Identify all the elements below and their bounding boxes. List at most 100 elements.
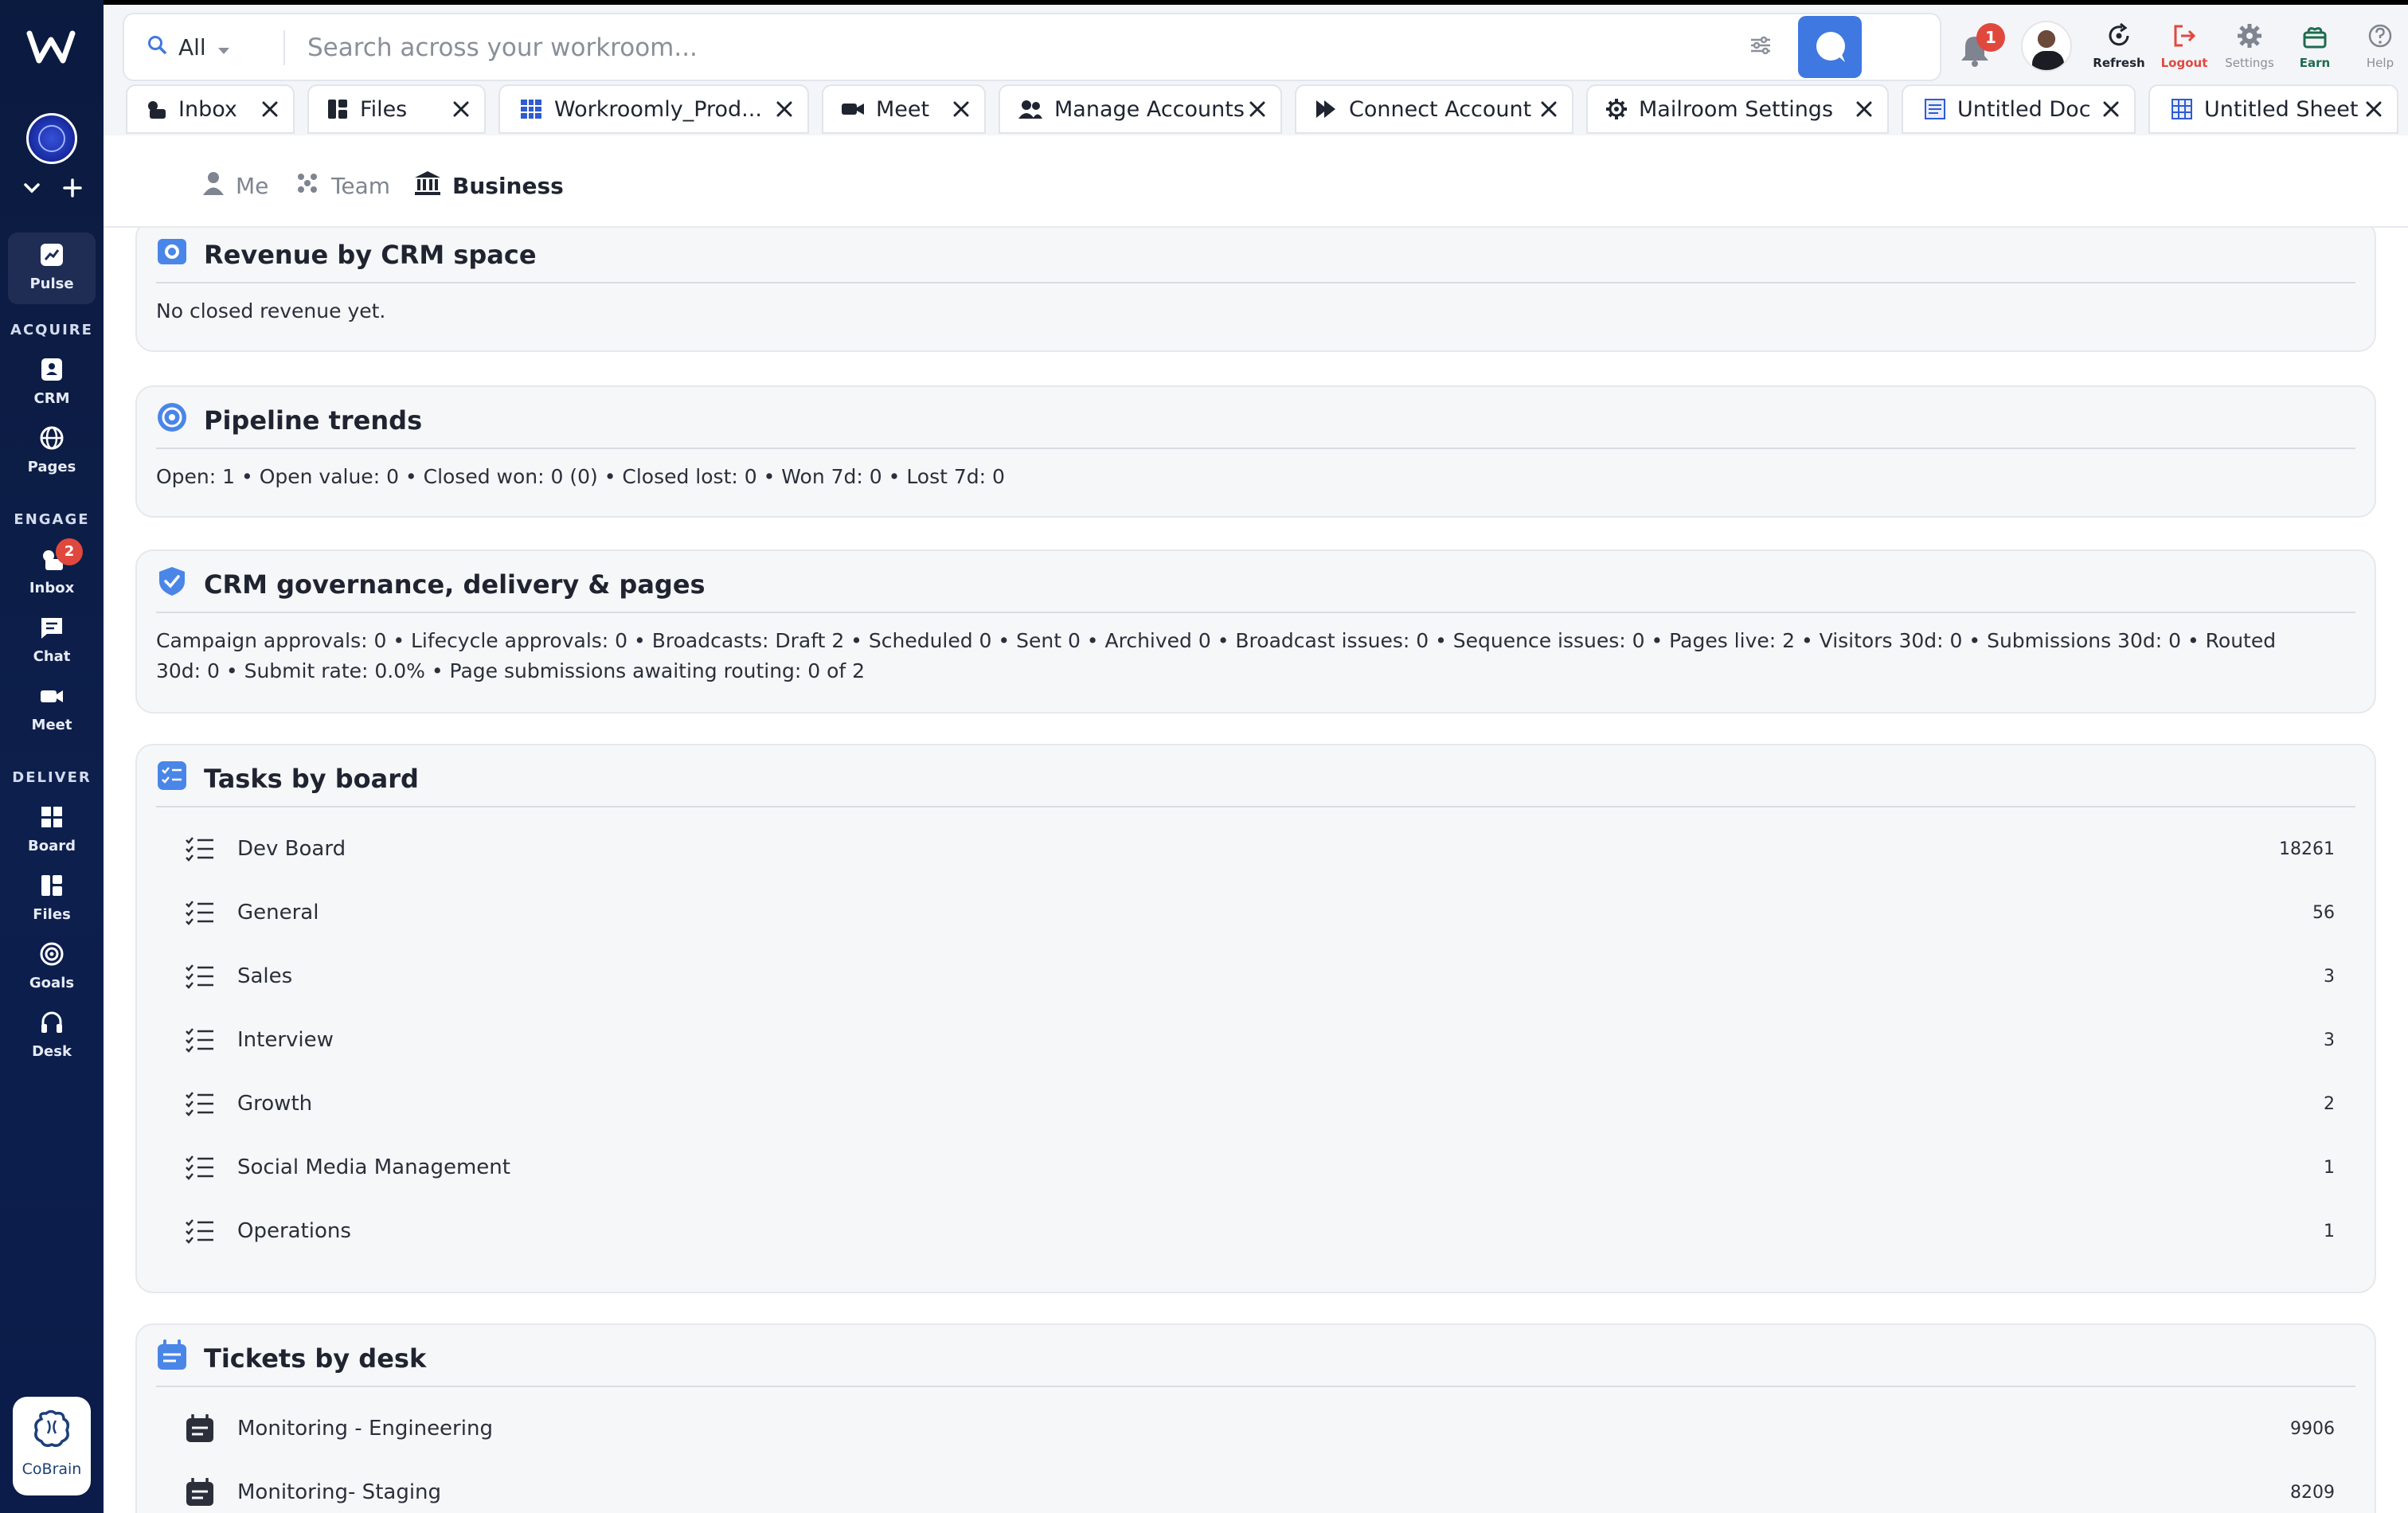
cobrain-button[interactable]: CoBrain	[13, 1397, 91, 1495]
close-icon[interactable]	[2363, 99, 2384, 125]
settings-button[interactable]: Settings	[2217, 22, 2282, 70]
task-board-row[interactable]: Operations 1	[185, 1215, 2335, 1247]
close-icon[interactable]	[260, 99, 280, 125]
tab-connect-account[interactable]: Connect Account	[1295, 84, 1573, 134]
search-scope-select[interactable]: All	[147, 14, 230, 80]
chat-icon	[8, 615, 96, 643]
search-bubble-icon	[1812, 29, 1849, 68]
task-board-row[interactable]: Dev Board 18261	[185, 833, 2335, 865]
sidebar-item-files[interactable]: Files	[8, 873, 96, 923]
notifications-button[interactable]: 1	[1951, 10, 2007, 82]
view-business-button[interactable]: Business	[414, 170, 564, 201]
list-check-icon	[185, 1026, 217, 1054]
refresh-icon	[2105, 22, 2132, 53]
search-input[interactable]	[307, 25, 1741, 70]
sidebar: Pulse ACQUIRE CRM Pages ENGAGE 2 Inbox C…	[0, 0, 104, 1513]
view-team-button[interactable]: Team	[295, 170, 390, 201]
tab-inbox[interactable]: Inbox	[126, 84, 295, 134]
close-icon[interactable]	[1538, 99, 1559, 125]
task-board-row[interactable]: Sales 3	[185, 960, 2335, 992]
list-check-icon	[185, 1154, 217, 1181]
team-icon	[295, 170, 320, 201]
earn-button[interactable]: Earn	[2282, 22, 2347, 70]
desk-count: 8209	[2290, 1482, 2335, 1503]
filter-sliders-icon[interactable]	[1749, 33, 1773, 61]
help-button[interactable]: Help	[2347, 22, 2408, 70]
sidebar-item-board[interactable]: Board	[8, 804, 96, 854]
list-check-icon	[185, 963, 217, 990]
sidebar-item-label: Inbox	[29, 580, 75, 596]
list-check-icon	[185, 899, 217, 926]
tab-label: Files	[360, 96, 408, 122]
task-board-row[interactable]: Interview 3	[185, 1024, 2335, 1056]
view-me-label: Me	[236, 173, 269, 199]
shield-check-icon	[156, 565, 188, 604]
desk-name: Monitoring - Engineering	[237, 1417, 493, 1441]
board-count: 3	[2324, 966, 2335, 987]
close-icon[interactable]	[2101, 99, 2121, 125]
sidebar-item-desk[interactable]: Desk	[8, 1010, 96, 1060]
tab-untitled-sheet[interactable]: Untitled Sheet	[2148, 84, 2398, 134]
app-logo[interactable]	[26, 29, 76, 67]
tab-manage-accounts[interactable]: Manage Accounts	[999, 84, 1282, 134]
tab-untitled-doc[interactable]: Untitled Doc	[1902, 84, 2136, 134]
tab-mailroom-settings[interactable]: Mailroom Settings	[1586, 84, 1889, 134]
calendar-icon	[156, 1339, 188, 1378]
sidebar-item-label: Pulse	[29, 276, 74, 292]
sidebar-item-meet[interactable]: Meet	[8, 683, 96, 733]
search-icon	[147, 34, 167, 61]
spreadsheet-icon	[2168, 98, 2193, 120]
logout-label: Logout	[2160, 56, 2208, 70]
video-camera-icon	[841, 98, 865, 120]
list-check-icon	[185, 835, 217, 862]
sidebar-item-goals[interactable]: Goals	[8, 941, 96, 991]
board-count: 1	[2324, 1157, 2335, 1178]
tab-files[interactable]: Files	[307, 84, 486, 134]
task-board-row[interactable]: General 56	[185, 897, 2335, 929]
cobrain-label: CoBrain	[22, 1460, 82, 1478]
ticket-desk-row[interactable]: Monitoring- Staging 8209	[185, 1476, 2335, 1508]
tab-meet[interactable]: Meet	[822, 84, 986, 134]
view-me-button[interactable]: Me	[202, 170, 268, 201]
sidebar-item-pages[interactable]: Pages	[8, 425, 96, 475]
sidebar-item-label: Meet	[31, 717, 72, 733]
logout-button[interactable]: Logout	[2152, 22, 2217, 70]
headset-icon	[8, 1010, 96, 1038]
revenue-card: Revenue by CRM space No closed revenue y…	[135, 228, 2376, 352]
chevron-down-icon[interactable]	[22, 178, 41, 202]
inbox-icon	[145, 98, 167, 120]
video-camera-icon	[8, 683, 96, 712]
close-icon[interactable]	[1854, 99, 1874, 125]
checklist-icon	[156, 760, 188, 798]
view-switcher: Me Team Business	[104, 135, 2408, 228]
tab-strip: Inbox Files Workroomly_Prod... Meet Mana…	[104, 83, 2408, 135]
workspace-avatar[interactable]	[26, 113, 77, 164]
board-icon	[8, 804, 96, 833]
trend-icon	[156, 401, 188, 440]
tab-label: Manage Accounts	[1054, 96, 1245, 122]
sidebar-item-inbox[interactable]: 2 Inbox	[8, 538, 96, 596]
add-workspace-icon[interactable]	[62, 178, 83, 203]
tab-workroomly-prod[interactable]: Workroomly_Prod...	[498, 84, 809, 134]
desk-calendar-icon	[185, 1478, 217, 1507]
refresh-button[interactable]: Refresh	[2086, 22, 2152, 70]
close-icon[interactable]	[774, 99, 795, 125]
tab-label: Inbox	[178, 96, 237, 122]
person-icon	[202, 170, 225, 201]
users-icon	[1018, 98, 1043, 120]
user-avatar[interactable]	[2021, 21, 2072, 72]
sidebar-item-chat[interactable]: Chat	[8, 615, 96, 665]
view-team-label: Team	[331, 173, 391, 199]
task-board-row[interactable]: Social Media Management 1	[185, 1151, 2335, 1183]
close-icon[interactable]	[451, 99, 471, 125]
ticket-desk-row[interactable]: Monitoring - Engineering 9906	[185, 1413, 2335, 1445]
files-icon	[8, 873, 96, 901]
close-icon[interactable]	[1247, 99, 1268, 125]
tab-label: Untitled Doc	[1957, 96, 2091, 122]
sidebar-item-crm[interactable]: CRM	[8, 357, 96, 407]
section-engage: ENGAGE	[14, 511, 90, 528]
task-board-row[interactable]: Growth 2	[185, 1088, 2335, 1120]
close-icon[interactable]	[951, 99, 971, 125]
search-submit-button[interactable]	[1798, 16, 1862, 78]
sidebar-item-pulse[interactable]: Pulse	[8, 233, 96, 304]
